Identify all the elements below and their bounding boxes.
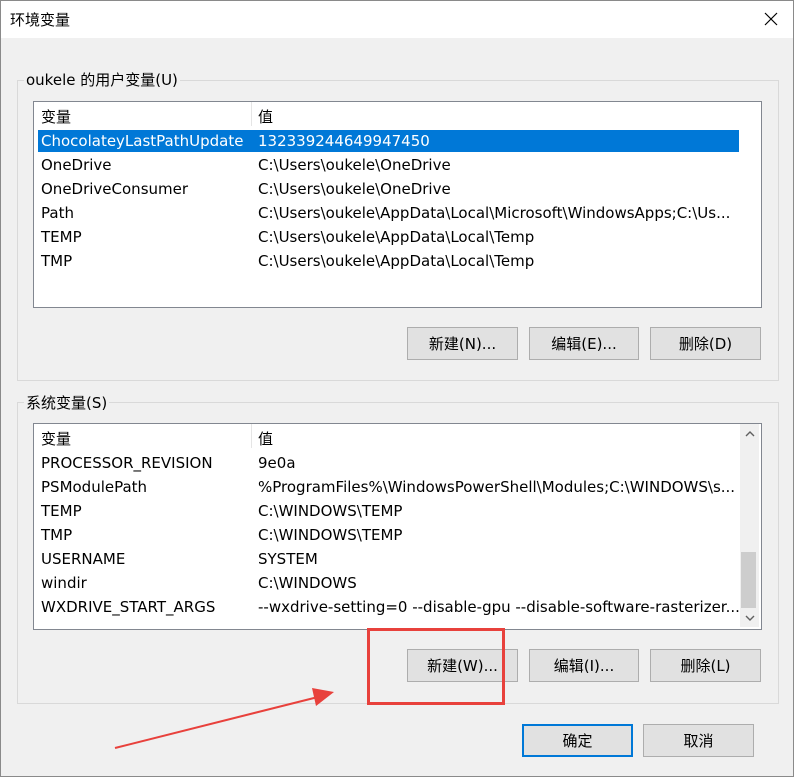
cancel-button[interactable]: 取消 [643, 724, 754, 757]
variable-name: TMP [41, 252, 73, 270]
column-divider[interactable] [251, 102, 252, 126]
annotation-highlight-box [367, 628, 505, 705]
table-row[interactable]: ChocolateyLastPathUpdate 1323392446499474… [38, 130, 739, 152]
variable-value: C:\Users\oukele\OneDrive [258, 156, 451, 174]
variable-value: 132339244649947450 [258, 132, 430, 150]
close-button[interactable] [748, 0, 794, 38]
variable-value: C:\Users\oukele\OneDrive [258, 180, 451, 198]
table-row[interactable]: TEMP C:\WINDOWS\TEMP [38, 500, 738, 522]
title-bar: 环境变量 [0, 0, 794, 38]
variable-value: SYSTEM [258, 550, 318, 568]
table-row[interactable]: PROCESSOR_REVISION 9e0a [38, 452, 738, 474]
variable-value: 9e0a [258, 454, 296, 472]
variable-name: TEMP [41, 228, 82, 246]
variable-name: windir [41, 574, 87, 592]
table-row[interactable]: TEMP C:\Users\oukele\AppData\Local\Temp [38, 226, 739, 248]
variable-name: TMP [41, 526, 73, 544]
variable-value: C:\WINDOWS [258, 574, 357, 592]
column-header-value[interactable]: 值 [258, 428, 273, 449]
user-variables-label: oukele 的用户变量(U) [24, 69, 180, 90]
variable-name: ChocolateyLastPathUpdate [41, 132, 244, 150]
column-divider[interactable] [251, 424, 252, 448]
table-row[interactable]: PSModulePath %ProgramFiles%\WindowsPowerS… [38, 476, 738, 498]
variable-value: C:\WINDOWS\TEMP [258, 502, 403, 520]
scroll-up-button[interactable] [741, 425, 758, 442]
vertical-scrollbar[interactable] [740, 424, 759, 627]
variable-name: TEMP [41, 502, 82, 520]
user-new-button[interactable]: 新建(N)... [407, 327, 518, 360]
scroll-thumb[interactable] [741, 552, 756, 608]
variable-value: C:\Users\oukele\AppData\Local\Temp [258, 252, 535, 270]
system-edit-button[interactable]: 编辑(I)... [529, 649, 639, 682]
chevron-down-icon [745, 615, 754, 621]
variable-name: PROCESSOR_REVISION [41, 454, 213, 472]
close-icon [764, 12, 778, 26]
system-variables-label: 系统变量(S) [24, 392, 110, 413]
table-row[interactable]: USERNAME SYSTEM [38, 548, 738, 570]
column-header-value[interactable]: 值 [258, 106, 273, 127]
list-header: 变量 值 [34, 424, 761, 448]
variable-value: %ProgramFiles%\WindowsPowerShell\Modules… [258, 478, 736, 496]
variable-value: C:\Users\oukele\AppData\Local\Temp [258, 228, 535, 246]
table-row[interactable]: windir C:\WINDOWS [38, 572, 738, 594]
variable-name: USERNAME [41, 550, 126, 568]
list-header: 变量 值 [34, 102, 761, 126]
system-variables-list[interactable]: 变量 值 PROCESSOR_REVISION 9e0a PSModulePath%… [33, 423, 762, 630]
table-row[interactable]: OneDriveConsumer C:\Users\oukele\OneDrive [38, 178, 739, 200]
scroll-down-button[interactable] [741, 609, 758, 626]
user-edit-button[interactable]: 编辑(E)... [529, 327, 639, 360]
table-row[interactable]: WXDRIVE_START_ARGS --wxdrive-setting=0 --… [38, 596, 740, 618]
variable-name: OneDriveConsumer [41, 180, 189, 198]
column-header-variable[interactable]: 变量 [41, 106, 71, 127]
variable-value: C:\WINDOWS\TEMP [258, 526, 403, 544]
table-row[interactable]: Path C:\Users\oukele\AppData\Local\Micros… [38, 202, 739, 224]
variable-name: PSModulePath [41, 478, 148, 496]
user-variables-list[interactable]: 变量 值 ChocolateyLastPathUpdate 13233924464… [33, 101, 762, 308]
table-row[interactable]: OneDrive C:\Users\oukele\OneDrive [38, 154, 739, 176]
chevron-up-icon [745, 430, 754, 436]
table-row[interactable]: TMP C:\WINDOWS\TEMP [38, 524, 738, 546]
ok-button[interactable]: 确定 [522, 724, 633, 757]
variable-value: --wxdrive-setting=0 --disable-gpu --disa… [258, 598, 740, 616]
variable-name: OneDrive [41, 156, 112, 174]
table-row[interactable]: TMP C:\Users\oukele\AppData\Local\Temp [38, 250, 739, 272]
user-delete-button[interactable]: 删除(D) [650, 327, 761, 360]
window-title: 环境变量 [10, 11, 71, 29]
variable-name: WXDRIVE_START_ARGS [41, 598, 216, 616]
variable-name: Path [41, 204, 74, 222]
column-header-variable[interactable]: 变量 [41, 428, 71, 449]
system-delete-button[interactable]: 删除(L) [650, 649, 761, 682]
variable-value: C:\Users\oukele\AppData\Local\Microsoft\… [258, 204, 731, 222]
